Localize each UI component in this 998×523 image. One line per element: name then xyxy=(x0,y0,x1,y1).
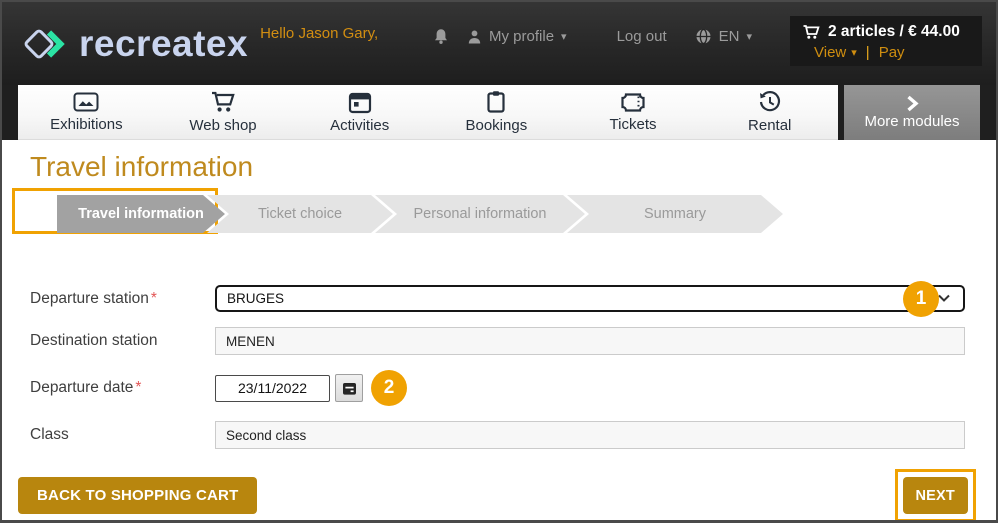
main-content: Travel information Travel information Ti… xyxy=(2,150,996,520)
logo-diamond-icon xyxy=(24,29,65,58)
departure-station-field: BRUGES 1 xyxy=(215,281,965,317)
cart-icon xyxy=(803,24,820,39)
chevron-down-icon: ▾ xyxy=(851,46,857,59)
calendar-icon xyxy=(348,92,371,113)
required-marker: * xyxy=(135,379,142,396)
departure-station-value: BRUGES xyxy=(227,291,285,306)
ticket-icon xyxy=(621,92,645,112)
chevron-right-icon xyxy=(907,95,919,112)
nav-item-label: Rental xyxy=(748,117,792,134)
header: recreatex Hello Jason Gary, My profile ▾… xyxy=(2,2,996,85)
greeting-text: Hello Jason Gary, xyxy=(260,25,379,42)
globe-icon xyxy=(696,28,711,45)
form-actions: BACK TO SHOPPING CART NEXT xyxy=(18,469,976,520)
nav-item-bookings[interactable]: Bookings xyxy=(428,85,565,139)
step-ticket-choice: Ticket choice xyxy=(207,195,393,233)
nav-item-web-shop[interactable]: Web shop xyxy=(155,85,292,139)
cart-summary[interactable]: 2 articles / € 44.00 xyxy=(802,23,960,41)
nav-item-label: Bookings xyxy=(465,117,528,134)
notifications-bell-icon[interactable] xyxy=(433,28,449,45)
travel-form: Departure station * BRUGES 1 Destination … xyxy=(30,281,976,449)
more-modules-button[interactable]: More modules xyxy=(844,85,980,140)
page-title: Travel information xyxy=(30,151,254,182)
required-marker: * xyxy=(150,289,157,307)
annotation-next-highlight: NEXT xyxy=(894,469,976,520)
next-button[interactable]: NEXT xyxy=(902,477,968,514)
cart-actions: View ▾ | Pay xyxy=(802,44,905,61)
calendar-picker-button[interactable] xyxy=(335,374,363,402)
chevron-down-icon: ▾ xyxy=(561,31,567,43)
chevron-down-icon xyxy=(938,294,950,302)
clipboard-icon xyxy=(487,91,505,113)
destination-station-value: MENEN xyxy=(215,327,965,355)
departure-station-label: Departure station * xyxy=(30,290,215,308)
history-clock-icon xyxy=(759,91,780,112)
step-personal-information: Personal information xyxy=(375,195,585,233)
label-text: Departure station xyxy=(30,289,149,307)
user-icon xyxy=(468,30,481,43)
language-label: EN xyxy=(718,28,740,45)
cart-summary-text: 2 articles / € 44.00 xyxy=(828,22,960,40)
annotation-badge-2: 2 xyxy=(371,370,407,406)
module-nav-bar: Exhibitions Web shop Activities Bookings… xyxy=(18,85,838,140)
departure-station-select[interactable]: BRUGES xyxy=(215,285,965,312)
form-row-departure-station: Departure station * BRUGES 1 xyxy=(30,281,976,317)
cart-summary-box: 2 articles / € 44.00 View ▾ | Pay xyxy=(790,15,982,66)
chevron-down-icon: ▾ xyxy=(746,31,752,43)
app-window: recreatex Hello Jason Gary, My profile ▾… xyxy=(0,0,998,523)
nav-item-activities[interactable]: Activities xyxy=(291,85,428,139)
form-row-departure-date: Departure date * 2 xyxy=(30,370,976,406)
wizard-steps: Travel information Ticket choice Persona… xyxy=(12,188,976,234)
header-menu: My profile ▾ Log out EN ▾ 2 articles / €… xyxy=(433,8,982,66)
class-label: Class xyxy=(30,426,69,443)
cart-pay-button[interactable]: Pay xyxy=(879,44,905,61)
nav-item-label: Activities xyxy=(330,116,390,134)
more-modules-label: More modules xyxy=(864,113,960,130)
nav-item-tickets[interactable]: Tickets xyxy=(565,85,702,139)
nav-item-label: Tickets xyxy=(609,115,657,133)
form-row-destination-station: Destination station MENEN xyxy=(30,327,976,355)
step-summary: Summary xyxy=(567,195,783,233)
language-menu[interactable]: EN ▾ xyxy=(695,28,752,45)
logo-text: recreatex xyxy=(79,23,249,64)
cart-view-label: View xyxy=(814,43,847,61)
annotation-badge-1: 1 xyxy=(903,281,939,317)
my-profile-menu[interactable]: My profile ▾ xyxy=(467,28,567,45)
log-out-link[interactable]: Log out xyxy=(617,28,667,45)
cart-view-button[interactable]: View ▾ xyxy=(814,44,857,61)
label-text: Departure date xyxy=(30,379,134,396)
step-travel-information[interactable]: Travel information xyxy=(57,195,225,233)
departure-date-label: Departure date * xyxy=(30,379,215,397)
cart-icon xyxy=(212,91,235,112)
form-row-class: Class Second class xyxy=(30,421,976,449)
module-nav: Exhibitions Web shop Activities Bookings… xyxy=(2,85,996,140)
calendar-icon xyxy=(342,382,356,395)
class-value: Second class xyxy=(215,421,965,449)
nav-item-exhibitions[interactable]: Exhibitions xyxy=(18,85,155,139)
image-icon xyxy=(73,92,99,112)
header-right: My profile ▾ Log out EN ▾ 2 articles / €… xyxy=(433,2,982,85)
logo[interactable]: recreatex xyxy=(24,25,248,63)
departure-date-input[interactable] xyxy=(215,374,330,402)
my-profile-label: My profile xyxy=(489,28,555,45)
nav-item-label: Exhibitions xyxy=(50,116,123,133)
back-to-shopping-cart-button[interactable]: BACK TO SHOPPING CART xyxy=(18,477,258,514)
divider: | xyxy=(865,43,870,61)
nav-item-rental[interactable]: Rental xyxy=(701,85,838,139)
nav-item-label: Web shop xyxy=(189,117,257,134)
destination-station-label: Destination station xyxy=(30,332,158,349)
